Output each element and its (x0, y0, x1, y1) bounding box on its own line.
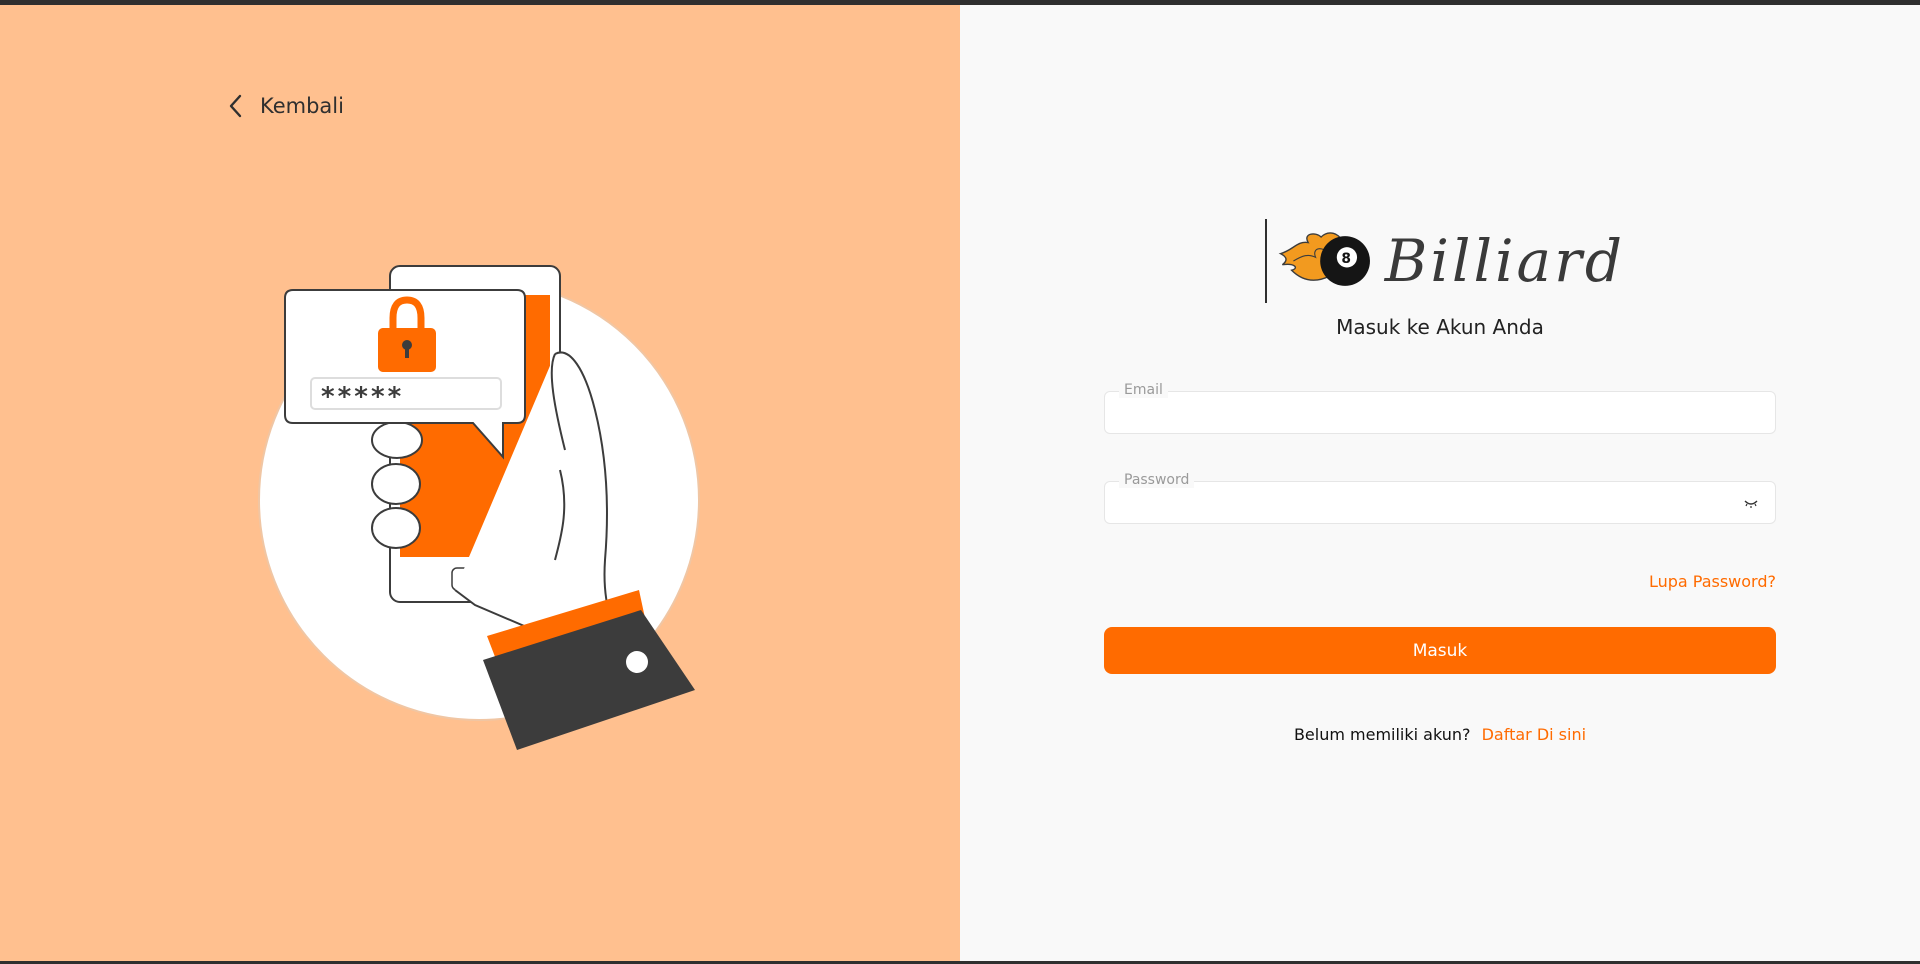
login-heading: Masuk ke Akun Anda (1336, 315, 1544, 339)
register-row: Belum memiliki akun? Daftar Di sini (1104, 725, 1776, 744)
svg-text:8: 8 (1341, 251, 1351, 267)
email-input[interactable] (1105, 392, 1775, 433)
illustration-panel: Kembali ***** (0, 5, 960, 961)
brand-logo: 8 Billiard (1265, 218, 1625, 304)
back-label: Kembali (260, 94, 344, 118)
forgot-password-link[interactable]: Lupa Password? (1600, 572, 1776, 591)
password-label: Password (1119, 472, 1195, 488)
register-link[interactable]: Daftar Di sini (1482, 725, 1586, 744)
chevron-left-icon (229, 94, 242, 118)
logo-divider (1265, 219, 1267, 303)
register-prompt: Belum memiliki akun? (1293, 725, 1471, 744)
email-label: Email (1119, 382, 1168, 398)
brand-name: Billiard (1384, 227, 1625, 295)
phone-security-illustration: ***** (258, 265, 700, 750)
finger (371, 421, 423, 459)
password-input[interactable] (1105, 482, 1775, 523)
back-link[interactable]: Kembali (228, 94, 344, 118)
bubble-masked-password: ***** (320, 382, 403, 412)
email-field[interactable]: Email (1104, 382, 1776, 434)
finger (371, 507, 421, 549)
eye-closed-icon[interactable] (1743, 496, 1759, 510)
login-button[interactable]: Masuk (1104, 627, 1776, 674)
flaming-8-ball-icon: 8 (1278, 232, 1370, 286)
sleeve-button (626, 651, 648, 673)
finger (371, 463, 421, 505)
password-field[interactable]: Password (1104, 472, 1776, 524)
